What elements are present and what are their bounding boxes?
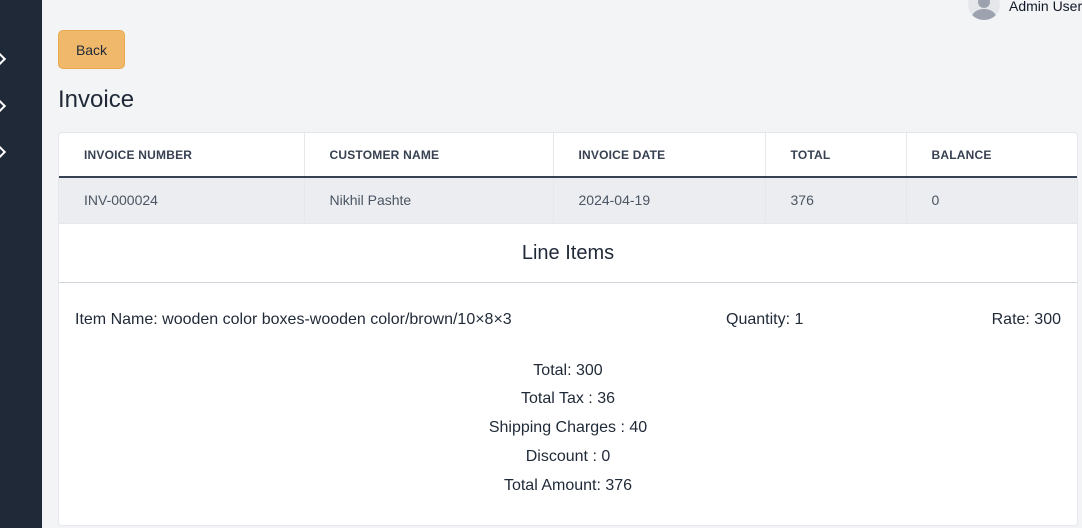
line-item: Item Name: wooden color boxes-wooden col… (59, 283, 1077, 357)
cell-invoice-date: 2024-04-19 (553, 177, 766, 224)
line-item-name: Item Name: wooden color boxes-wooden col… (75, 310, 512, 328)
user-menu[interactable]: Admin User (968, 0, 1082, 20)
user-avatar-icon (968, 0, 1000, 20)
sidebar (0, 0, 42, 528)
user-name: Admin User (1009, 0, 1082, 14)
back-button[interactable]: Back (58, 30, 125, 69)
invoice-table: INVOICE NUMBER CUSTOMER NAME INVOICE DAT… (59, 133, 1077, 224)
cell-balance: 0 (906, 177, 1077, 224)
column-header-total[interactable]: TOTAL (765, 133, 907, 178)
column-header-invoice-date[interactable]: INVOICE DATE (553, 133, 766, 178)
total-value: Total: 300 (533, 361, 603, 379)
shipping-charges-value: Shipping Charges : 40 (488, 419, 648, 436)
totals-summary: Total: 300 Total Tax : 36 Shipping Charg… (59, 357, 1077, 501)
total-tax-value: Total Tax : 36 (521, 390, 615, 408)
line-item-rate: Rate: 300 (991, 310, 1061, 328)
discount-value: Discount : 0 (525, 447, 611, 465)
table-row[interactable]: INV-000024 Nikhil Pashte 2024-04-19 376 … (59, 177, 1077, 224)
invoice-card: INVOICE NUMBER CUSTOMER NAME INVOICE DAT… (58, 132, 1078, 526)
chevron-right-icon[interactable] (0, 51, 7, 67)
chevron-right-icon[interactable] (0, 144, 7, 160)
line-item-quantity: Quantity: 1 (726, 310, 804, 328)
cell-invoice-number: INV-000024 (59, 177, 305, 224)
column-header-customer-name[interactable]: CUSTOMER NAME (304, 133, 554, 178)
table-header-row: INVOICE NUMBER CUSTOMER NAME INVOICE DAT… (59, 133, 1077, 178)
column-header-invoice-number[interactable]: INVOICE NUMBER (59, 133, 305, 178)
line-items-title: Line Items (59, 224, 1077, 283)
cell-total: 376 (765, 177, 907, 224)
chevron-right-icon[interactable] (0, 98, 7, 114)
page-title: Invoice (58, 86, 135, 113)
column-header-balance[interactable]: BALANCE (906, 133, 1077, 178)
total-amount-value: Total Amount: 376 (503, 476, 633, 494)
cell-customer-name: Nikhil Pashte (304, 177, 554, 224)
